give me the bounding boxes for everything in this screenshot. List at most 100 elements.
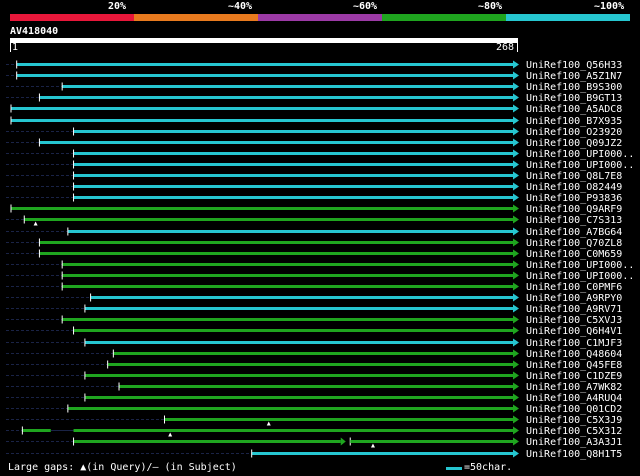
hit-label: UniRef100_Q8L7E8	[526, 171, 622, 182]
hit-bar	[90, 296, 517, 299]
hit-label: UniRef100_C5X3J9	[526, 415, 622, 426]
legend-large-gaps: Large gaps: ▲(in Query)/— (in Subject)	[8, 462, 237, 473]
hit-label: UniRef100_Q9ARF9	[526, 204, 622, 215]
hit-end-arrow	[513, 193, 519, 202]
hit-end-arrow	[513, 415, 519, 424]
hit-label: UniRef100_A4RUQ4	[526, 393, 622, 404]
hit-label: UniRef100_Q56H33	[526, 60, 622, 71]
query-gap-marker	[266, 421, 271, 426]
hit-bar	[67, 407, 517, 410]
hit-end-arrow	[513, 104, 519, 113]
hit-end-arrow	[513, 71, 519, 80]
hit-bar	[73, 185, 517, 188]
hit-bar	[107, 363, 518, 366]
hit-end-arrow	[513, 182, 519, 191]
hit-label: UniRef100_B9S300	[526, 82, 622, 93]
hit-bar	[113, 352, 517, 355]
hit-label: UniRef100_A9RV71	[526, 304, 622, 315]
hit-label: UniRef100_A7BG64	[526, 227, 622, 238]
hit-end-arrow	[513, 238, 519, 247]
hit-bar	[67, 230, 517, 233]
hit-bar	[73, 429, 517, 432]
hit-end-arrow	[513, 215, 519, 224]
hit-bar	[16, 74, 517, 77]
hit-label: UniRef100_Q48604	[526, 349, 622, 360]
hit-end-arrow	[513, 293, 519, 302]
hit-end-arrow	[513, 326, 519, 335]
hit-bar	[73, 329, 517, 332]
hit-bar	[73, 130, 517, 133]
hit-label: UniRef100_Q01CD2	[526, 404, 622, 415]
hit-end-arrow	[513, 127, 519, 136]
hit-bar	[16, 63, 517, 66]
hit-bar	[84, 374, 518, 377]
hit-label: UniRef100_C0M659	[526, 249, 622, 260]
hit-bar	[84, 396, 518, 399]
hit-end-arrow	[513, 437, 519, 446]
hit-bar	[73, 163, 517, 166]
hit-label: UniRef100_A5ADC8	[526, 104, 622, 115]
hit-label: UniRef100_P93836	[526, 193, 622, 204]
hit-end-arrow	[513, 249, 519, 258]
hit-end-arrow	[513, 260, 519, 269]
hit-bar	[22, 429, 51, 432]
hit-bar	[251, 452, 517, 455]
hit-label: UniRef100_A3A3J1	[526, 437, 622, 448]
hit-end-arrow	[513, 304, 519, 313]
hit-bar	[73, 152, 517, 155]
alignment-hits: UniRef100_Q56H33UniRef100_A5Z1N7UniRef10…	[6, 60, 634, 460]
hit-label: UniRef100_UPI000..	[526, 160, 634, 171]
hit-label: UniRef100_Q6H4V1	[526, 326, 622, 337]
hit-end-arrow	[513, 338, 519, 347]
hit-end-arrow	[513, 426, 519, 435]
hit-bar	[84, 341, 518, 344]
hit-end-arrow	[513, 393, 519, 402]
hit-bar	[62, 318, 517, 321]
hit-end-arrow	[513, 315, 519, 324]
hit-end-arrow	[513, 60, 519, 69]
hit-bar	[11, 207, 517, 210]
hit-bar	[39, 96, 517, 99]
hit-end-arrow	[513, 349, 519, 358]
hit-end-arrow	[513, 204, 519, 213]
hit-bar	[62, 263, 517, 266]
hit-label: UniRef100_C5XVJ3	[526, 315, 622, 326]
hit-label: UniRef100_A9RPY0	[526, 293, 622, 304]
hit-end-arrow	[513, 404, 519, 413]
hit-bar	[24, 218, 517, 221]
hit-end-arrow	[513, 282, 519, 291]
hit-segment-arrow	[340, 437, 346, 446]
hit-bar	[84, 307, 518, 310]
hit-end-arrow	[513, 271, 519, 280]
hit-label: UniRef100_A5Z1N7	[526, 71, 622, 82]
hit-bar	[11, 107, 517, 110]
hit-label: UniRef100_Q70ZL8	[526, 238, 622, 249]
hit-bar	[73, 174, 517, 177]
query-gap-marker	[33, 221, 38, 226]
hit-end-arrow	[513, 371, 519, 380]
hit-label: UniRef100_UPI000..	[526, 149, 634, 160]
hit-label: UniRef100_C1DZE9	[526, 371, 622, 382]
hit-end-arrow	[513, 93, 519, 102]
hit-bar	[11, 119, 517, 122]
hit-label: UniRef100_B9GT13	[526, 93, 622, 104]
hit-label: UniRef100_A7WK82	[526, 382, 622, 393]
hit-label: UniRef100_C0PMF6	[526, 282, 622, 293]
hit-end-arrow	[513, 171, 519, 180]
hit-label: UniRef100_C7S313	[526, 215, 622, 226]
hit-end-arrow	[513, 360, 519, 369]
hit-bar	[350, 440, 517, 443]
hit-end-arrow	[513, 149, 519, 158]
legend-scale-text: =50char.	[464, 462, 513, 473]
hit-bar	[39, 141, 517, 144]
hit-label: UniRef100_C5X312	[526, 426, 622, 437]
hit-bar	[62, 285, 517, 288]
hit-label: UniRef100_Q09JZ2	[526, 138, 622, 149]
hit-end-arrow	[513, 227, 519, 236]
query-gap-marker	[370, 443, 375, 448]
hit-bar	[62, 85, 517, 88]
hit-bar	[62, 274, 517, 277]
hit-label: UniRef100_Q8H1T5	[526, 449, 622, 460]
query-gap-marker	[168, 432, 173, 437]
hit-label: UniRef100_O82449	[526, 182, 622, 193]
